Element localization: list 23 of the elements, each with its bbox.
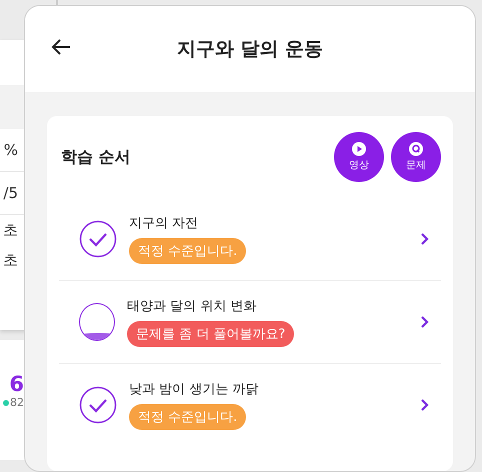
lesson-title: 낮과 밤이 생기는 까닭 xyxy=(129,381,258,398)
section-title: 학습 순서 xyxy=(61,146,132,168)
quiz-button[interactable]: 문제 xyxy=(391,132,441,182)
value-text: 초 xyxy=(2,250,19,270)
back-arrow-icon[interactable] xyxy=(51,38,71,56)
points-text: 82 xyxy=(10,396,24,409)
check-circle-icon xyxy=(79,220,117,258)
check-circle-icon xyxy=(79,386,117,424)
page-title: 지구와 달의 운동 xyxy=(176,37,324,62)
chevron-right-icon[interactable] xyxy=(419,398,431,412)
play-icon xyxy=(352,142,366,156)
value-text: 초 xyxy=(2,220,19,240)
status-badge: 적정 수준입니다. xyxy=(129,238,246,264)
video-button[interactable]: 영상 xyxy=(334,132,384,182)
point-icon xyxy=(3,400,9,406)
lesson-title: 태양과 달의 위치 변화 xyxy=(127,298,256,315)
status-badge: 문제를 좀 더 풀어볼까요? xyxy=(127,321,294,347)
quiz-icon xyxy=(409,142,423,156)
lesson-title: 지구의 자전 xyxy=(129,215,198,232)
status-badge: 적정 수준입니다. xyxy=(129,404,246,430)
chevron-right-icon[interactable] xyxy=(419,232,431,246)
score-text: 6 xyxy=(9,372,24,396)
chevron-right-icon[interactable] xyxy=(419,315,431,329)
